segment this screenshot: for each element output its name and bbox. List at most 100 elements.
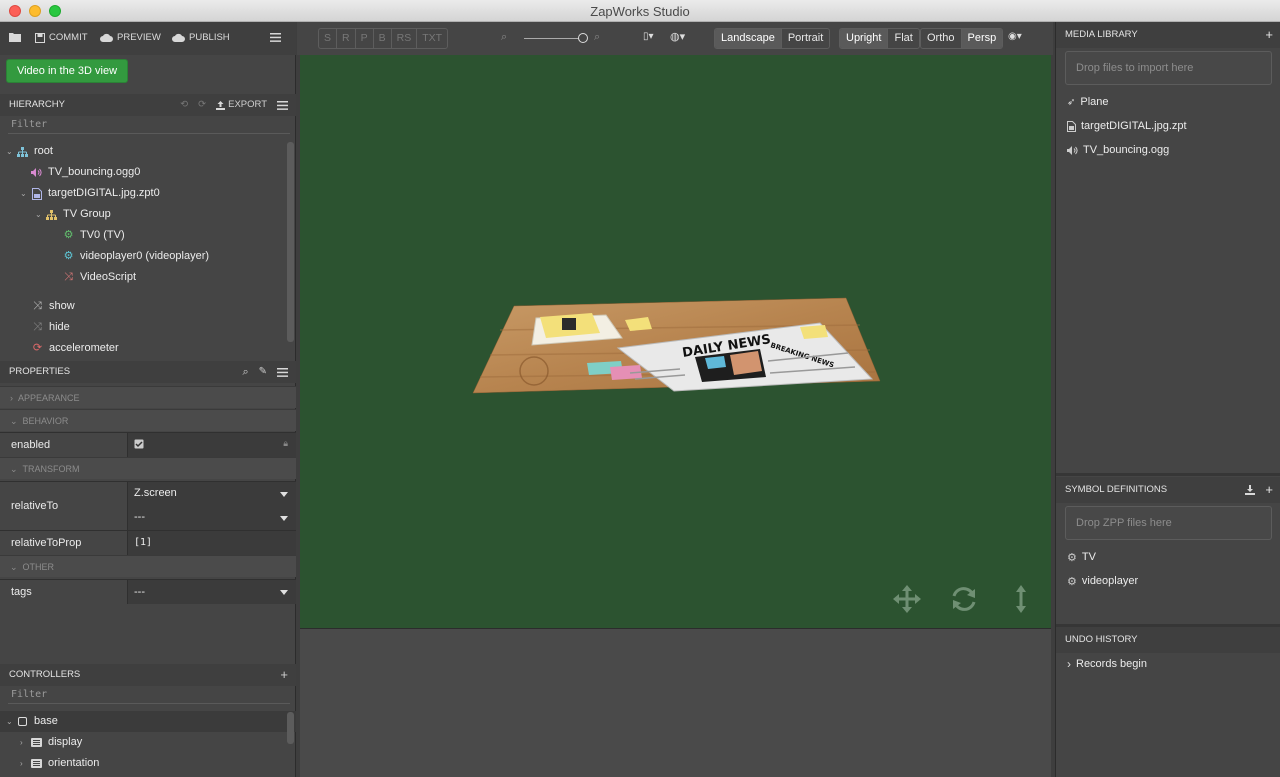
tree-item-target-digital[interactable]: ⌄ targetDIGITAL.jpg.zpt0 <box>20 183 160 204</box>
expand-caret-icon[interactable]: › <box>20 753 30 774</box>
open-folder-button[interactable] <box>9 32 21 42</box>
expand-caret-icon[interactable]: ⌄ <box>6 711 16 732</box>
publish-label: PUBLISH <box>189 32 230 43</box>
lock-icon[interactable]: 🔒︎ <box>283 438 288 449</box>
media-item-target-digital[interactable]: targetDIGITAL.jpg.zpt <box>1067 117 1187 135</box>
tree-item-videoscript[interactable]: ⤨ VideoScript <box>62 267 136 288</box>
other-section[interactable]: ⌄ OTHER <box>0 555 296 577</box>
behavior-section[interactable]: ⌄ BEHAVIOR <box>0 409 296 431</box>
expand-caret-icon[interactable]: ⌄ <box>6 141 16 162</box>
appearance-label: APPEARANCE <box>18 393 80 403</box>
media-library-title: MEDIA LIBRARY <box>1065 29 1138 40</box>
script-button-r[interactable]: R <box>337 29 356 48</box>
commit-label: COMMIT <box>49 32 88 43</box>
controllers-header: CONTROLLERS + <box>0 664 296 686</box>
controllers-scrollbar[interactable] <box>287 712 294 744</box>
dropdown-caret-icon[interactable] <box>280 516 288 521</box>
newspaper-photo-inset <box>730 351 762 375</box>
export-button[interactable]: EXPORT <box>216 94 267 116</box>
media-item-plane[interactable]: ➶ Plane <box>1067 93 1109 111</box>
relativetoprop-value[interactable]: [1] <box>134 537 152 548</box>
controller-item-base[interactable]: ⌄ base <box>0 711 296 732</box>
flat-button[interactable]: Flat <box>888 29 918 48</box>
zoom-slider[interactable] <box>524 38 584 39</box>
relativeto-select-2[interactable]: --- <box>134 511 288 523</box>
media-dropzone[interactable]: Drop files to import here <box>1065 51 1272 85</box>
script-button-txt[interactable]: TXT <box>417 29 447 48</box>
properties-menu-icon[interactable] <box>277 367 288 377</box>
main-menu-button[interactable] <box>270 33 281 42</box>
undo-item-records-begin[interactable]: › Records begin <box>1067 655 1147 673</box>
symbol-dropzone[interactable]: Drop ZPP files here <box>1065 506 1272 540</box>
preview-button[interactable]: PREVIEW <box>100 32 161 43</box>
publish-button[interactable]: PUBLISH <box>172 32 230 43</box>
timeline-area[interactable] <box>300 628 1051 777</box>
tree-item-videoplayer0[interactable]: ⚙ videoplayer0 (videoplayer) <box>62 246 209 267</box>
pencil-icon[interactable]: ✎ <box>259 361 267 383</box>
eye-menu-icon[interactable]: ◉▾ <box>1008 31 1022 42</box>
symbol-item-tv[interactable]: ⚙ TV <box>1067 548 1096 566</box>
move-gizmo-icon[interactable] <box>893 585 921 613</box>
add-controller-icon[interactable]: + <box>280 664 288 686</box>
controller-item-orientation[interactable]: › orientation <box>20 753 99 774</box>
undo-icon[interactable]: ⟲ <box>180 94 188 116</box>
script-button-p[interactable]: P <box>356 29 374 48</box>
media-item-tv-bouncing[interactable]: TV_bouncing.ogg <box>1067 141 1169 159</box>
tree-item-root[interactable]: ⌄ root <box>6 141 53 162</box>
tree-item-hide[interactable]: ⤨ hide <box>31 317 70 338</box>
rotate-gizmo-icon[interactable] <box>952 587 976 611</box>
dropdown-caret-icon[interactable] <box>280 492 288 497</box>
transform-label: TRANSFORM <box>22 464 80 474</box>
sticky-note-corner <box>800 325 828 339</box>
symbol-item-videoplayer[interactable]: ⚙ videoplayer <box>1067 572 1138 590</box>
ortho-button[interactable]: Ortho <box>921 29 962 48</box>
script-button-rs[interactable]: RS <box>392 29 418 48</box>
hierarchy-header: HIERARCHY ⟲ ⟳ EXPORT <box>0 94 296 116</box>
commit-button[interactable]: COMMIT <box>35 32 88 43</box>
globe-menu-icon[interactable]: ◍▾ <box>670 30 685 43</box>
media-item-label: TV_bouncing.ogg <box>1083 144 1170 156</box>
expand-caret-icon[interactable]: ⌄ <box>20 183 30 204</box>
scale-gizmo-icon[interactable] <box>1016 585 1026 613</box>
scene-canvas[interactable]: DAILY NEWS BREAKING NEWS <box>300 55 1051 628</box>
tree-item-accelerometer[interactable]: ⟳ accelerometer <box>31 338 119 359</box>
hierarchy-scrollbar[interactable] <box>287 142 294 342</box>
controllers-filter-input[interactable]: Filter <box>8 688 290 704</box>
tree-item-tv-group[interactable]: ⌄ TV Group <box>35 204 111 225</box>
upright-button[interactable]: Upright <box>840 29 889 48</box>
zoom-in-icon[interactable]: ⌕ <box>594 31 600 44</box>
device-menu-icon[interactable]: ▯▾ <box>643 31 654 42</box>
dropdown-caret-icon[interactable] <box>280 590 288 595</box>
undo-history-title: UNDO HISTORY <box>1065 634 1138 645</box>
symbol-definitions-header: SYMBOL DEFINITIONS + <box>1056 477 1280 503</box>
zoom-out-icon[interactable]: ⌕ <box>501 31 507 44</box>
script-button-s[interactable]: S <box>319 29 338 48</box>
tags-select[interactable]: --- <box>134 586 145 598</box>
redo-icon[interactable]: ⟳ <box>198 94 206 116</box>
expand-caret-icon[interactable]: › <box>20 732 30 753</box>
projection-toggle: Ortho Persp <box>920 28 1004 49</box>
download-icon[interactable] <box>1245 485 1256 495</box>
expand-caret-icon[interactable]: ⌄ <box>35 204 45 225</box>
landscape-button[interactable]: Landscape <box>715 29 782 48</box>
video-3d-view-button[interactable]: Video in the 3D view <box>6 59 128 83</box>
appearance-section[interactable]: › APPEARANCE <box>0 386 296 408</box>
tree-item-show[interactable]: ⤨ show <box>31 296 75 317</box>
relativeto-select-1[interactable]: Z.screen <box>134 487 288 499</box>
tree-item-tv0[interactable]: ⚙ TV0 (TV) <box>62 225 125 246</box>
enabled-checkbox[interactable] <box>134 439 144 452</box>
3d-viewport[interactable]: DAILY NEWS BREAKING NEWS <box>300 55 1051 628</box>
hierarchy-menu-icon[interactable] <box>277 100 288 110</box>
tree-item-tv-bouncing[interactable]: TV_bouncing.ogg0 <box>30 162 140 183</box>
transform-section[interactable]: ⌄ TRANSFORM <box>0 457 296 479</box>
zoom-slider-handle[interactable] <box>578 33 588 43</box>
persp-button[interactable]: Persp <box>961 29 1003 48</box>
add-media-icon[interactable]: + <box>1265 22 1273 48</box>
search-icon[interactable]: ⌕ <box>242 361 248 383</box>
script-button-b[interactable]: B <box>374 29 392 48</box>
hierarchy-filter-input[interactable]: Filter <box>8 118 290 134</box>
panel-divider[interactable] <box>1056 473 1280 476</box>
portrait-button[interactable]: Portrait <box>782 29 829 48</box>
controller-item-display[interactable]: › display <box>20 732 82 753</box>
add-symbol-icon[interactable]: + <box>1265 477 1273 503</box>
